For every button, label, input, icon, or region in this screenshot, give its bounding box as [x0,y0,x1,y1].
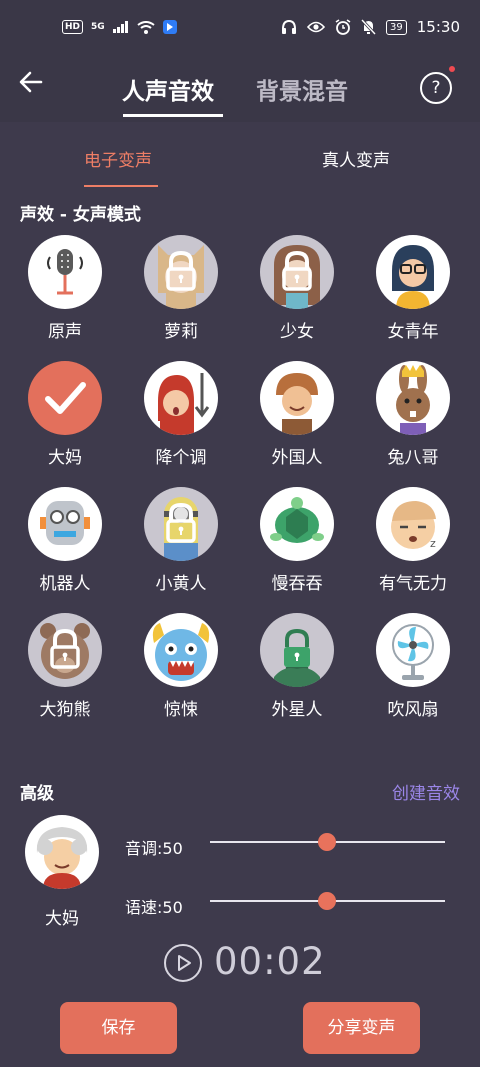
help-button[interactable]: ? [420,72,452,104]
subtab-electronic-voice[interactable]: 电子变声 [84,146,152,171]
effect-label: 萝莉 [164,322,198,342]
advanced-title: 高级 [20,784,54,804]
sub-tabs: 电子变声 真人变声 [0,122,480,187]
effect-label: 女青年 [387,322,439,342]
effect-weak[interactable]: z 有气无力 [355,487,471,594]
back-arrow-icon [19,71,43,93]
sleepy-face-icon: z [376,487,450,561]
effect-big-bear[interactable]: 大狗熊 [7,613,123,720]
young-woman-icon [376,235,450,309]
turtle-icon [260,487,334,561]
clock: 15:30 [416,18,460,36]
back-button[interactable] [16,66,48,98]
effect-foreigner[interactable]: 外国人 [239,361,355,468]
teen-girl-icon [260,235,334,309]
effect-teen-girl[interactable]: 少女 [239,235,355,342]
status-right: 39 15:30 [281,18,460,36]
effect-original[interactable]: 原声 [7,235,123,342]
fan-icon [376,613,450,687]
subtab-active-indicator [84,185,158,187]
mute-bell-icon [361,19,377,35]
tab-background-mix[interactable]: 背景混音 [256,72,348,106]
lock-icon [50,628,80,669]
effect-young-woman[interactable]: 女青年 [355,235,471,342]
effect-label: 小黄人 [155,574,207,594]
app-notification-icon [162,20,177,34]
top-bar: 人声音效 背景混音 ? [0,60,480,122]
foreigner-icon [260,361,334,435]
signal-icon [112,21,128,33]
play-icon [178,955,191,971]
save-button[interactable]: 保存 [60,1002,177,1054]
effect-fan[interactable]: 吹风扇 [355,613,471,720]
loli-girl-icon [144,235,218,309]
hd-badge: HD [62,20,84,34]
create-effect-link[interactable]: 创建音效 [392,779,460,804]
auntie-avatar [25,815,99,889]
effect-pitch-down[interactable]: 降个调 [123,361,239,468]
effect-bunny[interactable]: 兔八哥 [355,361,471,468]
headphones-icon [282,19,297,34]
play-button[interactable] [164,944,202,982]
svg-text:z: z [430,537,436,550]
minion-icon [144,487,218,561]
effect-label: 惊悚 [164,700,198,720]
effect-label: 降个调 [155,448,207,468]
effect-label: 外星人 [271,700,323,720]
tab-voice-effects[interactable]: 人声音效 [122,72,214,106]
battery-indicator: 39 [386,19,407,35]
effect-label: 大妈 [48,448,82,468]
effect-label: 机器人 [39,574,91,594]
lock-icon [166,502,196,543]
section-title: 声效 - 女声模式 [20,205,141,225]
avatar-label: 大妈 [45,909,79,929]
main-content: 电子变声 真人变声 声效 - 女声模式 原声 萝莉 少女 女青年 大妈 降个调 … [0,122,480,1067]
effect-minion[interactable]: 小黄人 [123,487,239,594]
effect-label: 兔八哥 [387,448,439,468]
bunny-icon [376,361,450,435]
effect-slow[interactable]: 慢吞吞 [239,487,355,594]
effect-label: 有气无力 [379,574,447,594]
status-left: HD 5G [62,20,177,34]
monster-icon [144,613,218,687]
pitch-slider-thumb[interactable] [318,833,336,851]
playback-time: 00:02 [214,940,326,983]
subtab-real-voice[interactable]: 真人变声 [322,146,390,171]
bear-icon [28,613,102,687]
status-bar: HD 5G 39 15:30 [0,0,480,60]
robot-icon [28,487,102,561]
eye-icon [307,21,326,33]
effect-horror[interactable]: 惊悚 [123,613,239,720]
effect-label: 大狗熊 [39,700,91,720]
microphone-icon [28,235,102,309]
effect-label: 原声 [48,322,82,342]
effect-label: 外国人 [271,448,323,468]
pitch-down-icon [144,361,218,435]
lock-icon [282,250,312,291]
pitch-label: 音调:50 [125,839,183,858]
share-voice-button[interactable]: 分享变声 [303,1002,420,1054]
lock-icon [166,250,196,291]
effect-alien[interactable]: 外星人 [239,613,355,720]
effect-label: 少女 [280,322,314,342]
effect-label: 慢吞吞 [271,574,323,594]
effect-robot[interactable]: 机器人 [7,487,123,594]
checkmark-icon [28,361,102,435]
tab-active-indicator [123,114,223,117]
alarm-icon [335,19,351,35]
alien-icon [260,613,334,687]
speed-label: 语速:50 [125,898,183,917]
effect-auntie[interactable]: 大妈 [7,361,123,468]
notification-dot [449,66,455,72]
effect-loli[interactable]: 萝莉 [123,235,239,342]
speed-slider-thumb[interactable] [318,892,336,910]
effect-label: 吹风扇 [387,700,439,720]
lock-icon [284,628,310,667]
network-5g-label: 5G [91,22,105,32]
wifi-icon [137,20,155,34]
